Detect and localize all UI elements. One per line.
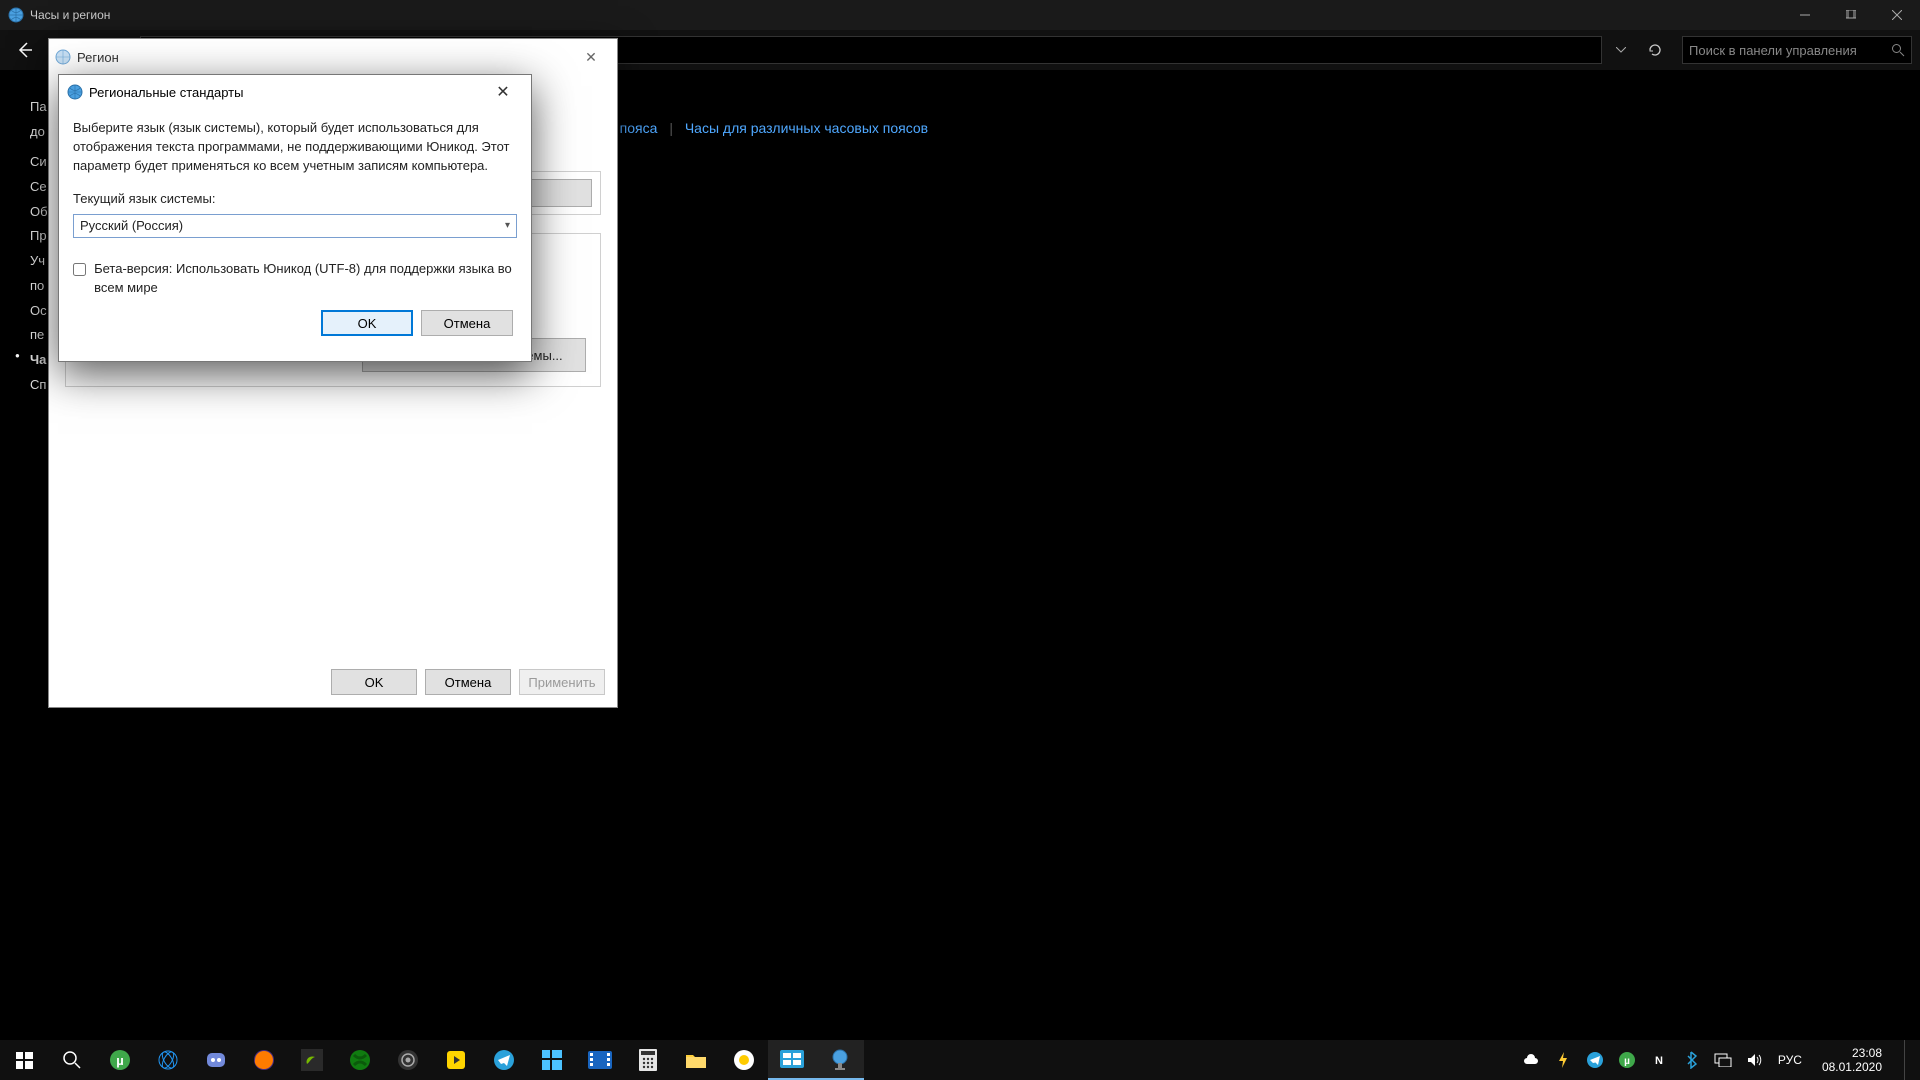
region-footer: OK Отмена Применить: [331, 669, 605, 695]
tray-time: 23:08: [1822, 1046, 1882, 1060]
tray-network-icon[interactable]: [1714, 1053, 1732, 1067]
std-close-icon[interactable]: ✕: [483, 82, 523, 102]
taskbar-app-discord[interactable]: [192, 1040, 240, 1080]
taskbar-app-obs[interactable]: [384, 1040, 432, 1080]
header-links: о пояса | Часы для различных часовых поя…: [600, 120, 936, 136]
std-current-label: Текущий язык системы:: [73, 190, 517, 209]
sidebar-item[interactable]: Ос: [30, 299, 48, 324]
sidebar-item[interactable]: до: [30, 120, 48, 145]
sidebar-item[interactable]: Се: [30, 175, 48, 200]
tray-clock[interactable]: 23:08 08.01.2020: [1822, 1046, 1882, 1075]
taskbar-app-telegram[interactable]: [480, 1040, 528, 1080]
sidebar-item[interactable]: пе: [30, 323, 48, 348]
std-ok-button[interactable]: OK: [321, 310, 413, 336]
region-apply-button: Применить: [519, 669, 605, 695]
globe-icon: [8, 7, 24, 23]
sidebar-item[interactable]: по: [30, 274, 48, 299]
region-titlebar[interactable]: Регион ✕: [49, 39, 617, 75]
sidebar: Па до Си Се Об Пр Уч по Ос пе Ча Сп: [30, 95, 48, 397]
search-input[interactable]: Поиск в панели управления: [1682, 36, 1912, 64]
tray-bolt-icon[interactable]: [1554, 1052, 1572, 1068]
back-button[interactable]: [8, 33, 42, 67]
std-cancel-button[interactable]: Отмена: [421, 310, 513, 336]
show-desktop-button[interactable]: [1904, 1040, 1910, 1080]
minimize-button[interactable]: [1782, 0, 1828, 30]
system-language-select[interactable]: Русский (Россия) ▾: [73, 214, 517, 238]
region-cancel-button[interactable]: Отмена: [425, 669, 511, 695]
separator: |: [669, 120, 673, 136]
tray-cloud-icon[interactable]: [1522, 1053, 1540, 1067]
sidebar-item[interactable]: Уч: [30, 249, 48, 274]
region-close-icon[interactable]: ✕: [571, 49, 611, 66]
main-titlebar: Часы и регион: [0, 0, 1920, 30]
taskbar-app-utorrent[interactable]: µ: [96, 1040, 144, 1080]
svg-text:N: N: [1655, 1055, 1663, 1067]
system-tray: µ N РУС 23:08 08.01.2020: [1522, 1040, 1920, 1080]
regional-standards-dialog: Региональные стандарты ✕ Выберите язык (…: [58, 74, 532, 362]
svg-text:µ: µ: [116, 1053, 124, 1068]
taskbar-app-battlenet[interactable]: [144, 1040, 192, 1080]
globe-icon: [67, 84, 83, 100]
sidebar-item[interactable]: Па: [30, 95, 48, 120]
sidebar-item[interactable]: Пр: [30, 224, 48, 249]
beta-utf8-checkbox[interactable]: [73, 262, 86, 277]
taskbar-app-xbox[interactable]: [336, 1040, 384, 1080]
taskbar-app-explorer[interactable]: [672, 1040, 720, 1080]
taskbar-app-firefox[interactable]: [240, 1040, 288, 1080]
address-dropdown-icon[interactable]: [1606, 47, 1636, 53]
beta-utf8-label: Бета-версия: Использовать Юникод (UTF-8)…: [94, 260, 517, 298]
maximize-button[interactable]: [1828, 0, 1874, 30]
link-world-clocks[interactable]: Часы для различных часовых поясов: [685, 120, 928, 136]
std-footer: OK Отмена: [73, 310, 517, 336]
tray-utorrent-icon[interactable]: µ: [1618, 1052, 1636, 1068]
refresh-icon[interactable]: [1640, 42, 1670, 58]
std-description: Выберите язык (язык системы), который бу…: [73, 119, 517, 176]
tray-language[interactable]: РУС: [1778, 1053, 1802, 1067]
beta-utf8-row: Бета-версия: Использовать Юникод (UTF-8)…: [73, 260, 517, 298]
sidebar-item[interactable]: Об: [30, 200, 48, 225]
std-title: Региональные стандарты: [89, 85, 243, 100]
taskbar-app-video-editor[interactable]: [576, 1040, 624, 1080]
taskbar-app-potplayer[interactable]: [432, 1040, 480, 1080]
start-button[interactable]: [0, 1040, 48, 1080]
taskbar: µ µ N РУС 23:08 08.01.2020: [0, 1040, 1920, 1080]
close-button[interactable]: [1874, 0, 1920, 30]
std-body: Выберите язык (язык системы), который бу…: [59, 109, 531, 346]
taskbar-app-region[interactable]: [816, 1040, 864, 1080]
taskbar-app-yandex[interactable]: [720, 1040, 768, 1080]
search-placeholder: Поиск в панели управления: [1689, 43, 1857, 58]
tray-telegram-icon[interactable]: [1586, 1052, 1604, 1068]
search-icon[interactable]: [1891, 43, 1905, 57]
svg-text:µ: µ: [1624, 1056, 1630, 1067]
tray-bluetooth-icon[interactable]: [1682, 1051, 1700, 1069]
sidebar-item-active[interactable]: Ча: [30, 348, 48, 373]
globe-icon: [55, 49, 71, 65]
sidebar-item[interactable]: Си: [30, 150, 48, 175]
chevron-down-icon: ▾: [505, 219, 510, 234]
sidebar-item[interactable]: Сп: [30, 373, 48, 398]
search-taskbar-icon[interactable]: [48, 1040, 96, 1080]
taskbar-app-nvidia[interactable]: [288, 1040, 336, 1080]
region-title: Регион: [77, 50, 119, 65]
region-ok-button[interactable]: OK: [331, 669, 417, 695]
std-titlebar[interactable]: Региональные стандарты ✕: [59, 75, 531, 109]
tray-date: 08.01.2020: [1822, 1060, 1882, 1074]
tray-n-icon[interactable]: N: [1650, 1052, 1668, 1068]
tray-volume-icon[interactable]: [1746, 1053, 1764, 1067]
taskbar-app-control-panel[interactable]: [768, 1040, 816, 1080]
taskbar-app-calculator[interactable]: [624, 1040, 672, 1080]
window-title: Часы и регион: [30, 8, 110, 22]
system-language-value: Русский (Россия): [80, 217, 183, 236]
taskbar-app-windows-tiles[interactable]: [528, 1040, 576, 1080]
